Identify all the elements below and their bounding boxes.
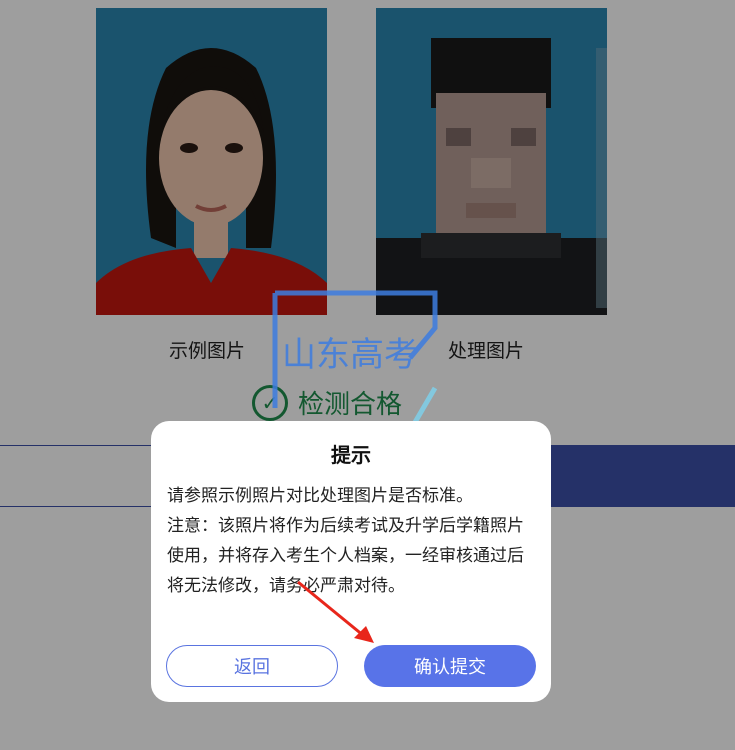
dialog-title: 提示 <box>331 443 371 467</box>
dialog-message-line: 请参照示例照片对比处理图片是否标准。 <box>167 486 473 506</box>
svg-text:山东高考: 山东高考 <box>282 335 418 375</box>
confirm-submit-button[interactable]: 确认提交 <box>364 645 536 687</box>
confirm-dialog: 提示 请参照示例照片对比处理图片是否标准。 注意：该照片将作为后续考试及升学后学… <box>151 421 551 702</box>
back-button[interactable]: 返回 <box>166 645 338 687</box>
red-arrow-annotation <box>297 580 374 643</box>
